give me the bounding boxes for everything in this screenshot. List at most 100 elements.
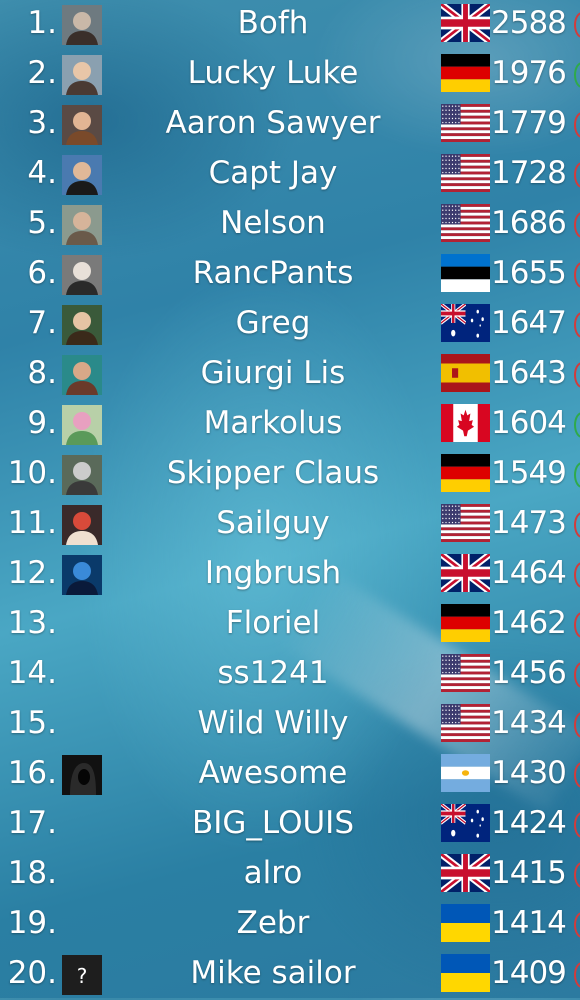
trend-indicator-icon bbox=[574, 462, 580, 488]
trend-indicator-icon bbox=[574, 912, 580, 938]
trend-indicator-icon bbox=[574, 862, 580, 888]
player-score: 1430 bbox=[491, 755, 567, 791]
player-avatar-icon[interactable] bbox=[62, 155, 102, 195]
uk-flag-icon bbox=[441, 4, 490, 42]
player-score: 1686 bbox=[491, 205, 567, 241]
player-score: 1643 bbox=[491, 355, 567, 391]
uk-flag-icon bbox=[441, 554, 490, 592]
player-score: 1728 bbox=[491, 155, 567, 191]
ukraine-flag-icon bbox=[441, 954, 490, 992]
player-name[interactable]: Capt Jay bbox=[110, 153, 436, 193]
trend-indicator-icon bbox=[574, 112, 580, 138]
leaderboard-row[interactable]: 1. Bofh 2588 bbox=[0, 0, 580, 50]
player-avatar-icon[interactable] bbox=[62, 455, 102, 495]
player-name[interactable]: Skipper Claus bbox=[110, 453, 436, 493]
trend-indicator-icon bbox=[574, 212, 580, 238]
player-score: 1456 bbox=[491, 655, 567, 691]
rank-number: 8. bbox=[27, 355, 57, 391]
leaderboard-row[interactable]: 19. Zebr 1414 bbox=[0, 900, 580, 950]
player-score: 1424 bbox=[491, 805, 567, 841]
leaderboard-row[interactable]: 12. Ingbrush 1464 bbox=[0, 550, 580, 600]
player-name[interactable]: Nelson bbox=[110, 203, 436, 243]
rank-number: 15. bbox=[7, 705, 57, 741]
usa-flag-icon bbox=[441, 704, 490, 742]
trend-indicator-icon bbox=[574, 262, 580, 288]
rank-number: 9. bbox=[27, 405, 57, 441]
ukraine-flag-icon bbox=[441, 904, 490, 942]
player-name[interactable]: Zebr bbox=[110, 903, 436, 943]
trend-indicator-icon bbox=[574, 962, 580, 988]
rank-number: 16. bbox=[7, 755, 57, 791]
player-avatar-icon[interactable] bbox=[62, 205, 102, 245]
uk-flag-icon bbox=[441, 854, 490, 892]
argentina-flag-icon bbox=[441, 754, 490, 792]
leaderboard-row[interactable]: 2. Lucky Luke 1976 bbox=[0, 50, 580, 100]
usa-flag-icon bbox=[441, 104, 490, 142]
player-name[interactable]: Awesome bbox=[110, 753, 436, 793]
player-avatar-icon[interactable] bbox=[62, 405, 102, 445]
leaderboard-row[interactable]: 18. alro 1415 bbox=[0, 850, 580, 900]
rank-number: 13. bbox=[7, 605, 57, 641]
player-name[interactable]: BIG_LOUIS bbox=[110, 803, 436, 843]
estonia-flag-icon bbox=[441, 254, 490, 292]
player-name[interactable]: alro bbox=[110, 853, 436, 893]
leaderboard-row[interactable]: 4. Capt Jay 1728 bbox=[0, 150, 580, 200]
player-name[interactable]: Mike sailor bbox=[110, 953, 436, 993]
rank-number: 6. bbox=[27, 255, 57, 291]
leaderboard-row[interactable]: 15. Wild Willy 1434 bbox=[0, 700, 580, 750]
spain-flag-icon bbox=[441, 354, 490, 392]
leaderboard-row[interactable]: 11. Sailguy 1473 bbox=[0, 500, 580, 550]
trend-indicator-icon bbox=[574, 662, 580, 688]
leaderboard-row[interactable]: 14. ss1241 1456 bbox=[0, 650, 580, 700]
leaderboard-row[interactable]: 7. Greg 1647 bbox=[0, 300, 580, 350]
leaderboard-row[interactable]: 17. BIG_LOUIS 1424 bbox=[0, 800, 580, 850]
player-avatar-icon[interactable] bbox=[62, 505, 102, 545]
rank-number: 10. bbox=[7, 455, 57, 491]
trend-indicator-icon bbox=[574, 812, 580, 838]
leaderboard-row[interactable]: 16. Awesome 1430 bbox=[0, 750, 580, 800]
leaderboard-row[interactable]: 13. Floriel 1462 bbox=[0, 600, 580, 650]
player-name[interactable]: Lucky Luke bbox=[110, 53, 436, 93]
player-avatar-icon[interactable] bbox=[62, 55, 102, 95]
leaderboard-row[interactable]: 10. Skipper Claus 1549 bbox=[0, 450, 580, 500]
canada-flag-icon bbox=[441, 404, 490, 442]
player-name[interactable]: Ingbrush bbox=[110, 553, 436, 593]
leaderboard-row[interactable]: 5. Nelson 1686 bbox=[0, 200, 580, 250]
player-name[interactable]: Giurgi Lis bbox=[110, 353, 436, 393]
usa-flag-icon bbox=[441, 154, 490, 192]
player-name[interactable]: RancPants bbox=[110, 253, 436, 293]
rank-number: 3. bbox=[27, 105, 57, 141]
rank-number: 19. bbox=[7, 905, 57, 941]
question-mark-icon[interactable]: ? bbox=[62, 955, 102, 995]
trend-indicator-icon bbox=[574, 612, 580, 638]
player-name[interactable]: ss1241 bbox=[110, 653, 436, 693]
player-score: 1549 bbox=[491, 455, 567, 491]
hooded-figure-icon[interactable] bbox=[62, 755, 102, 795]
leaderboard-row[interactable]: 6. RancPants 1655 bbox=[0, 250, 580, 300]
rank-number: 4. bbox=[27, 155, 57, 191]
rank-number: 14. bbox=[7, 655, 57, 691]
player-name[interactable]: Sailguy bbox=[110, 503, 436, 543]
trend-indicator-icon bbox=[574, 762, 580, 788]
player-score: 1434 bbox=[491, 705, 567, 741]
player-name[interactable]: Greg bbox=[110, 303, 436, 343]
trend-indicator-icon bbox=[574, 12, 580, 38]
germany-flag-icon bbox=[441, 454, 490, 492]
player-avatar-icon[interactable] bbox=[62, 305, 102, 345]
player-name[interactable]: Bofh bbox=[110, 3, 436, 43]
player-name[interactable]: Aaron Sawyer bbox=[110, 103, 436, 143]
leaderboard-row[interactable]: 8. Giurgi Lis 1643 bbox=[0, 350, 580, 400]
svg-text:?: ? bbox=[77, 964, 88, 988]
player-avatar-icon[interactable] bbox=[62, 555, 102, 595]
leaderboard-row[interactable]: 9. Markolus 1604 bbox=[0, 400, 580, 450]
player-avatar-icon[interactable] bbox=[62, 255, 102, 295]
player-name[interactable]: Markolus bbox=[110, 403, 436, 443]
player-name[interactable]: Floriel bbox=[110, 603, 436, 643]
player-name[interactable]: Wild Willy bbox=[110, 703, 436, 743]
leaderboard-row[interactable]: 20. ? Mike sailor 1409 bbox=[0, 950, 580, 1000]
trend-indicator-icon bbox=[574, 562, 580, 588]
player-avatar-icon[interactable] bbox=[62, 355, 102, 395]
player-avatar-icon[interactable] bbox=[62, 5, 102, 45]
player-avatar-icon[interactable] bbox=[62, 105, 102, 145]
leaderboard-row[interactable]: 3. Aaron Sawyer 1779 bbox=[0, 100, 580, 150]
